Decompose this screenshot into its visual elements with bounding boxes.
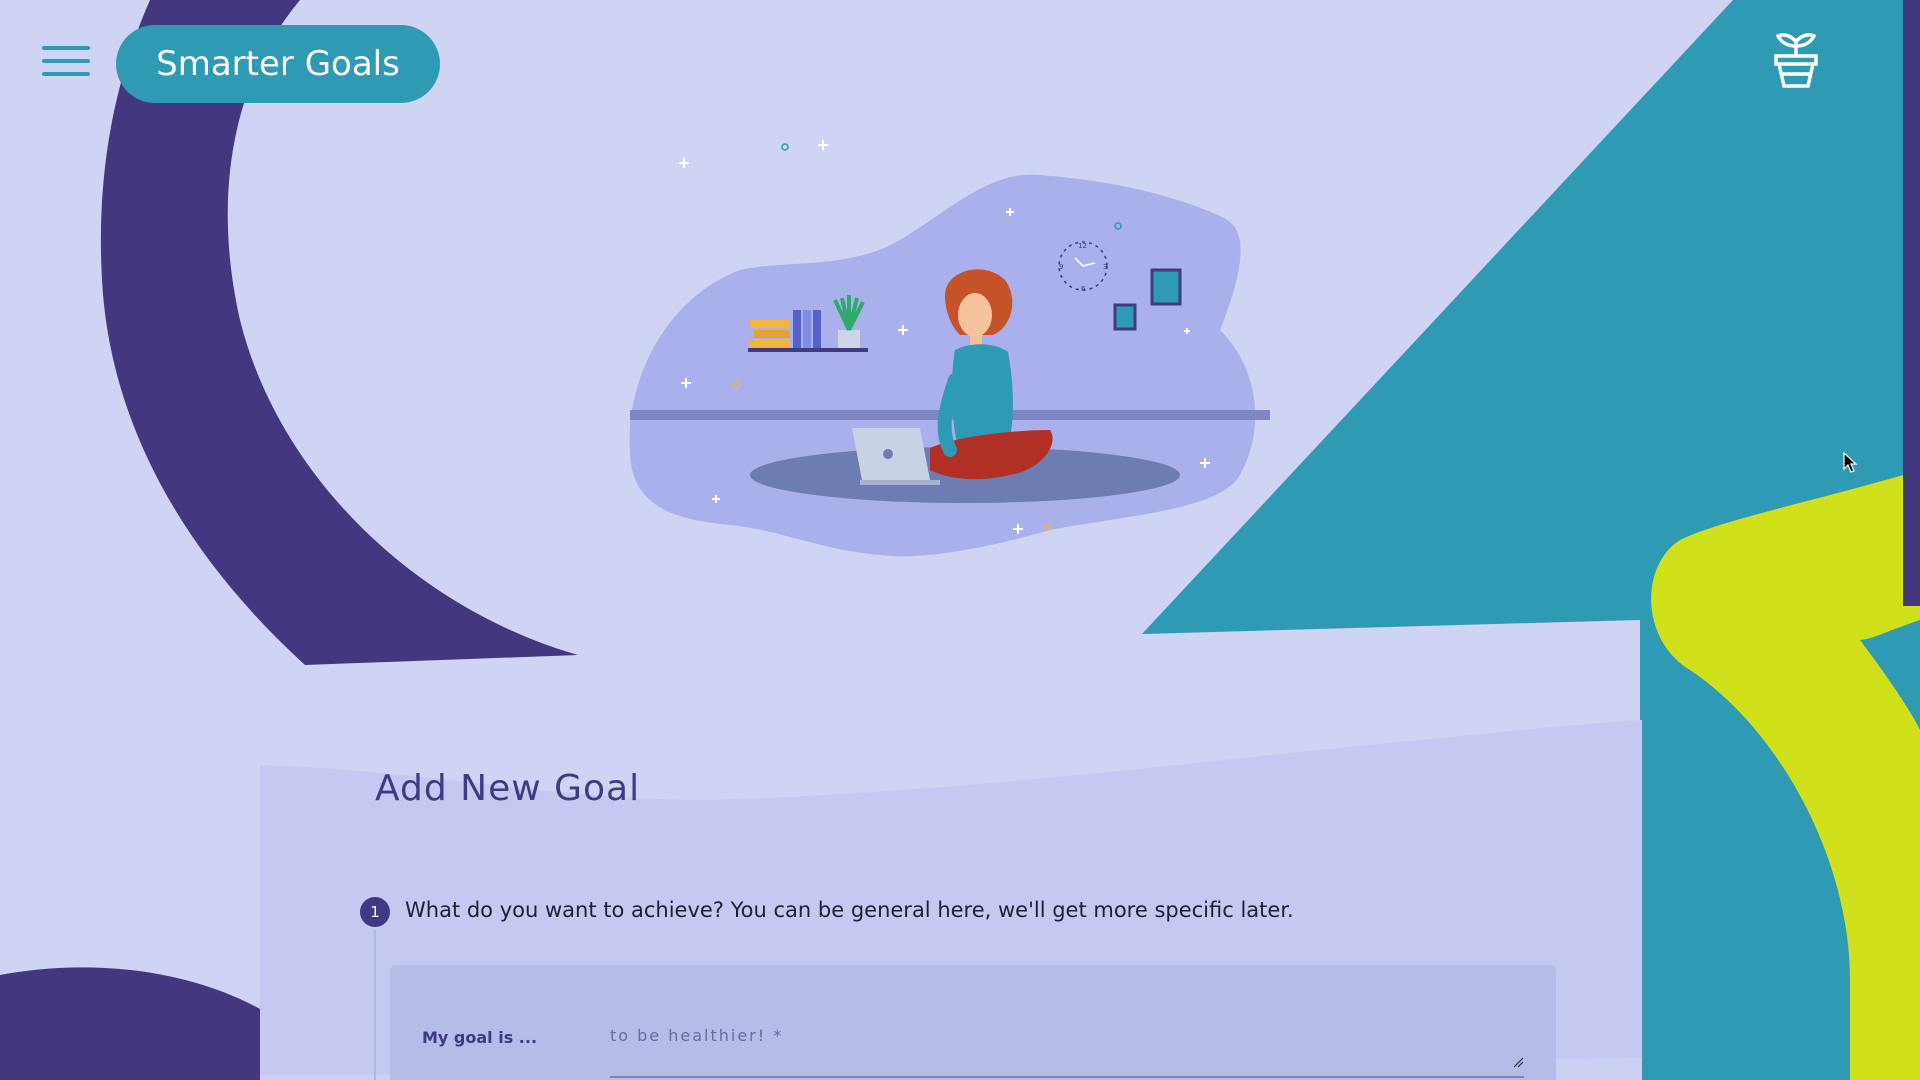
- clock-3: 3: [1103, 263, 1107, 271]
- goal-input[interactable]: [610, 1020, 1524, 1078]
- picture-frame-small: [1113, 303, 1137, 331]
- plant-pot-icon[interactable]: [1770, 30, 1822, 90]
- step-question: What do you want to achieve? You can be …: [405, 898, 1294, 922]
- brand-name: Smarter Goals: [156, 44, 400, 84]
- brand-logo-button[interactable]: Smarter Goals: [116, 25, 440, 103]
- step-number: 1: [370, 903, 380, 921]
- resize-grip-icon[interactable]: [1512, 1056, 1524, 1068]
- picture-frame-large: [1150, 268, 1182, 306]
- shelf: [748, 348, 868, 352]
- step-number-badge: 1: [360, 897, 390, 927]
- clock-9: 9: [1059, 263, 1063, 271]
- clock-12: 12: [1078, 242, 1087, 250]
- hamburger-menu-icon[interactable]: [42, 46, 90, 82]
- clock-6: 6: [1081, 285, 1086, 293]
- step-connector-line: [374, 930, 376, 1080]
- hero-illustration: 12 3 6 9: [629, 140, 1270, 557]
- goal-field-label: My goal is ...: [422, 1028, 538, 1047]
- purple-blob-shape: [0, 967, 262, 1080]
- page-title: Add New Goal: [375, 768, 641, 809]
- mouse-cursor-icon: [1843, 452, 1858, 473]
- right-edge-strip: [1903, 0, 1920, 606]
